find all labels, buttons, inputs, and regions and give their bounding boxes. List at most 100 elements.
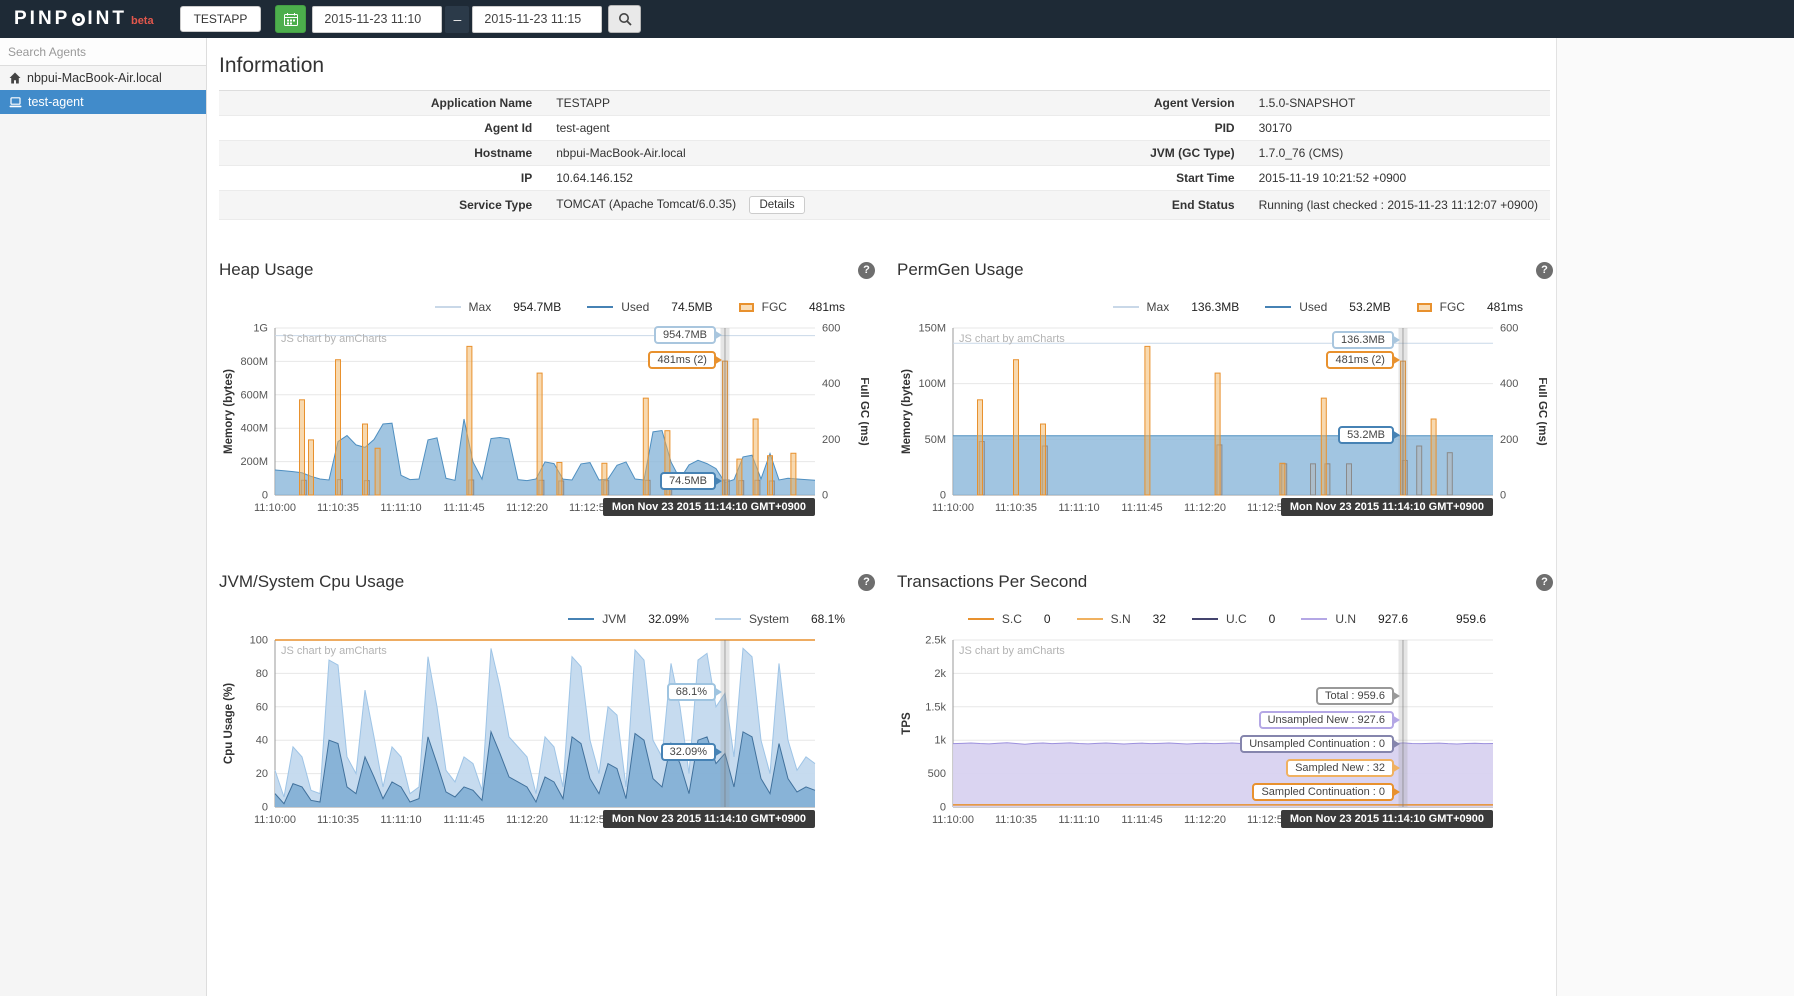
- y-axis-title: TPS: [901, 712, 913, 735]
- legend-item[interactable]: U.C 0: [1191, 612, 1276, 626]
- legend-line-marker: [1191, 618, 1218, 620]
- chart-balloon: Total : 959.6: [1316, 686, 1400, 705]
- balloon-arrow: [713, 355, 722, 366]
- bar-FGC: [601, 462, 608, 496]
- balloon-text: Unsampled Continuation : 0: [1249, 738, 1385, 751]
- info-value: 10.64.146.152: [556, 171, 633, 185]
- heap-usage-chart[interactable]: 0 200M 400M 600M 800M 1G 0 200 400 600 11:10:00 11:…: [219, 320, 870, 518]
- legend-item[interactable]: U.N 927.6: [1301, 612, 1408, 626]
- info-label: Agent Id: [484, 121, 533, 135]
- chart-balloon: 136.3MB: [1331, 331, 1400, 350]
- legend-value: 0: [1268, 612, 1276, 626]
- legend-item[interactable]: S.C 0: [967, 612, 1051, 626]
- bar-FGC: [1144, 345, 1151, 496]
- legend-name: Used: [1299, 300, 1328, 314]
- chart-legend: Max 954.7MB Used 74.5MB FGC 481ms: [219, 298, 845, 316]
- permgen-usage-panel: PermGen Usage Max 136.3MB Used 53.2MB FGC 481…: [897, 258, 1556, 518]
- help-icon[interactable]: [858, 261, 875, 279]
- chart-balloon: Sampled Continuation : 0: [1252, 782, 1400, 801]
- y-tick-label: 0: [940, 802, 946, 814]
- permgen-usage-chart[interactable]: 0 50M 100M 150M 0 200 400 600 11:10:00 11:10:35 11…: [897, 320, 1548, 518]
- y-axis-title: Memory (bytes): [901, 369, 913, 454]
- bar-GC count: [1416, 445, 1423, 496]
- legend-line-marker: [1076, 618, 1103, 620]
- bar-FGC: [299, 399, 305, 496]
- info-value: nbpui-MacBook-Air.local: [556, 146, 686, 160]
- tps-chart[interactable]: 0 500 1k 1.5k 2k 2.5k 11:10:00 11:10:35 11:11:10…: [897, 632, 1547, 830]
- calendar-button[interactable]: [275, 5, 307, 33]
- x-tick-label: 11:11:10: [380, 814, 421, 826]
- info-value: Running (last checked : 2015-11-23 11:12…: [1258, 198, 1538, 212]
- date-to-input[interactable]: [472, 5, 603, 33]
- chart-balloon: Sampled New : 32: [1286, 758, 1400, 777]
- info-label: Application Name: [430, 96, 533, 110]
- sidebar-item-agent[interactable]: test-agent: [0, 90, 206, 114]
- magnifier-icon: [618, 13, 632, 26]
- chart-title: Heap Usage: [219, 260, 314, 279]
- pinpoint-logo[interactable]: PINP INT beta: [14, 8, 154, 30]
- chart-header: Transactions Per Second: [897, 570, 1556, 594]
- balloon-text: Sampled New : 32: [1295, 761, 1385, 774]
- legend-line-marker: [1265, 306, 1292, 308]
- legend-value: 0: [1043, 612, 1051, 626]
- legend-item[interactable]: 959.6: [1434, 612, 1486, 626]
- help-icon[interactable]: [858, 573, 875, 591]
- crosshair-dot: [77, 17, 81, 21]
- info-value: test-agent: [556, 121, 610, 135]
- balloon-arrow: [1391, 355, 1400, 366]
- legend-item[interactable]: Max 136.3MB: [1112, 300, 1239, 314]
- y-tick-label: 50M: [925, 434, 946, 446]
- help-icon[interactable]: [1536, 573, 1553, 591]
- legend-value: 481ms: [1486, 300, 1523, 314]
- chart-balloon: Unsampled Continuation : 0: [1240, 735, 1400, 754]
- legend-name: Used: [621, 300, 650, 314]
- agent-icon: [9, 96, 22, 107]
- legend-name: FGC: [761, 300, 787, 314]
- date-from-input[interactable]: [312, 5, 443, 33]
- area-Total: [953, 742, 1493, 807]
- info-value: TESTAPP: [556, 96, 611, 110]
- bar-FGC: [1320, 397, 1327, 496]
- agents-sidebar: nbpui-MacBook-Air.local test-agent: [0, 38, 207, 996]
- details-button[interactable]: Details: [749, 196, 805, 214]
- help-icon[interactable]: [1536, 261, 1553, 279]
- bar-FGC: [1430, 418, 1437, 496]
- legend-item[interactable]: Max 954.7MB: [434, 300, 561, 314]
- x-tick-label: 11:10:00: [254, 502, 296, 514]
- sidebar-item-host[interactable]: nbpui-MacBook-Air.local: [0, 66, 206, 90]
- x-tick-label: 11:11:45: [443, 814, 484, 826]
- bar-FGC: [466, 345, 473, 496]
- x-tick-label: 11:11:10: [1058, 502, 1099, 514]
- info-label: Hostname: [474, 146, 533, 160]
- bar-FGC: [308, 439, 314, 496]
- query-button[interactable]: [608, 5, 642, 33]
- legend-item[interactable]: Used 53.2MB: [1265, 300, 1391, 314]
- legend-item[interactable]: Used 74.5MB: [587, 300, 713, 314]
- legend-value: 32: [1152, 612, 1166, 626]
- legend-item[interactable]: FGC 481ms: [1416, 300, 1523, 314]
- legend-item[interactable]: JVM 32.09%: [568, 612, 689, 626]
- sidebar-item-label: nbpui-MacBook-Air.local: [27, 71, 162, 85]
- bar-FGC: [335, 359, 341, 496]
- legend-item[interactable]: S.N 32: [1076, 612, 1166, 626]
- date-range-picker: –: [275, 5, 642, 33]
- y-tick-label: 60: [256, 701, 268, 713]
- y-tick-label: 2.5k: [925, 635, 946, 647]
- main-content: Information Application Name TESTAPP Age…: [207, 38, 1557, 996]
- search-agents-input[interactable]: [0, 38, 206, 66]
- chart-balloon: 32.09%: [660, 743, 722, 762]
- balloon-text: 481ms (2): [657, 354, 707, 367]
- application-button[interactable]: TESTAPP: [179, 6, 262, 32]
- y2-tick-label: 200: [1500, 434, 1518, 446]
- legend-item[interactable]: FGC 481ms: [738, 300, 845, 314]
- legend-item[interactable]: System 68.1%: [714, 612, 845, 626]
- balloon-text: Sampled Continuation : 0: [1261, 785, 1385, 798]
- balloon-arrow: [713, 687, 722, 698]
- balloon-arrow: [1391, 739, 1400, 750]
- amcharts-watermark: JS chart by amCharts: [959, 333, 1065, 345]
- cpu-usage-chart[interactable]: 0 20 40 60 80 100 11:10:00 11:10:35 11:11:10 11:1…: [219, 632, 869, 830]
- bar-FGC: [1214, 372, 1221, 496]
- home-icon: [9, 72, 21, 84]
- table-row: Application Name TESTAPP Agent Version 1…: [219, 90, 1550, 116]
- cursor-date-tooltip: Mon Nov 23 2015 11:14:10 GMT+0900: [602, 810, 815, 828]
